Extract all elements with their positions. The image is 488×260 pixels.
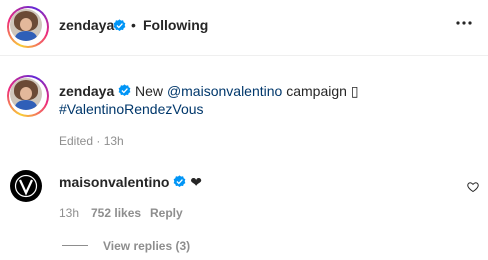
edited-timestamp: Edited · 13h <box>59 134 124 148</box>
caption-body: zendaya New @maisonvalentino campaign ▯ … <box>59 82 469 118</box>
caption-text-suffix: campaign <box>286 83 347 99</box>
header-username[interactable]: zendaya <box>59 17 114 33</box>
caption-username[interactable]: zendaya <box>59 83 114 99</box>
verified-badge-icon <box>113 19 126 32</box>
hashtag-link[interactable]: #ValentinoRendezVous <box>59 101 204 117</box>
following-button[interactable]: Following <box>143 17 208 33</box>
more-options-icon[interactable] <box>455 14 473 37</box>
verified-badge-icon <box>174 175 186 188</box>
comment-body: maisonvalentino ❤ <box>59 173 439 191</box>
emoji-placeholder: ▯ <box>350 83 359 99</box>
caption-avatar[interactable] <box>7 75 49 117</box>
reply-button[interactable]: Reply <box>150 206 183 220</box>
valentino-logo <box>14 174 38 198</box>
header-separator: • <box>131 17 136 33</box>
like-heart-icon[interactable] <box>467 181 479 193</box>
maisonvalentino-avatar[interactable] <box>10 170 42 202</box>
comment-text: ❤ <box>190 174 202 190</box>
caption-text-prefix: New <box>135 83 164 99</box>
replies-divider <box>62 245 88 246</box>
comment-time: 13h <box>59 206 80 220</box>
verified-badge-icon <box>118 84 131 97</box>
view-replies-button[interactable]: View replies (3) <box>103 239 190 253</box>
header-avatar[interactable] <box>7 6 49 48</box>
mention-link[interactable]: @maisonvalentino <box>167 83 282 99</box>
comment-likes[interactable]: 752 likes <box>91 206 141 220</box>
comment-username[interactable]: maisonvalentino <box>59 174 169 190</box>
post-header: zendaya • Following <box>0 0 488 56</box>
